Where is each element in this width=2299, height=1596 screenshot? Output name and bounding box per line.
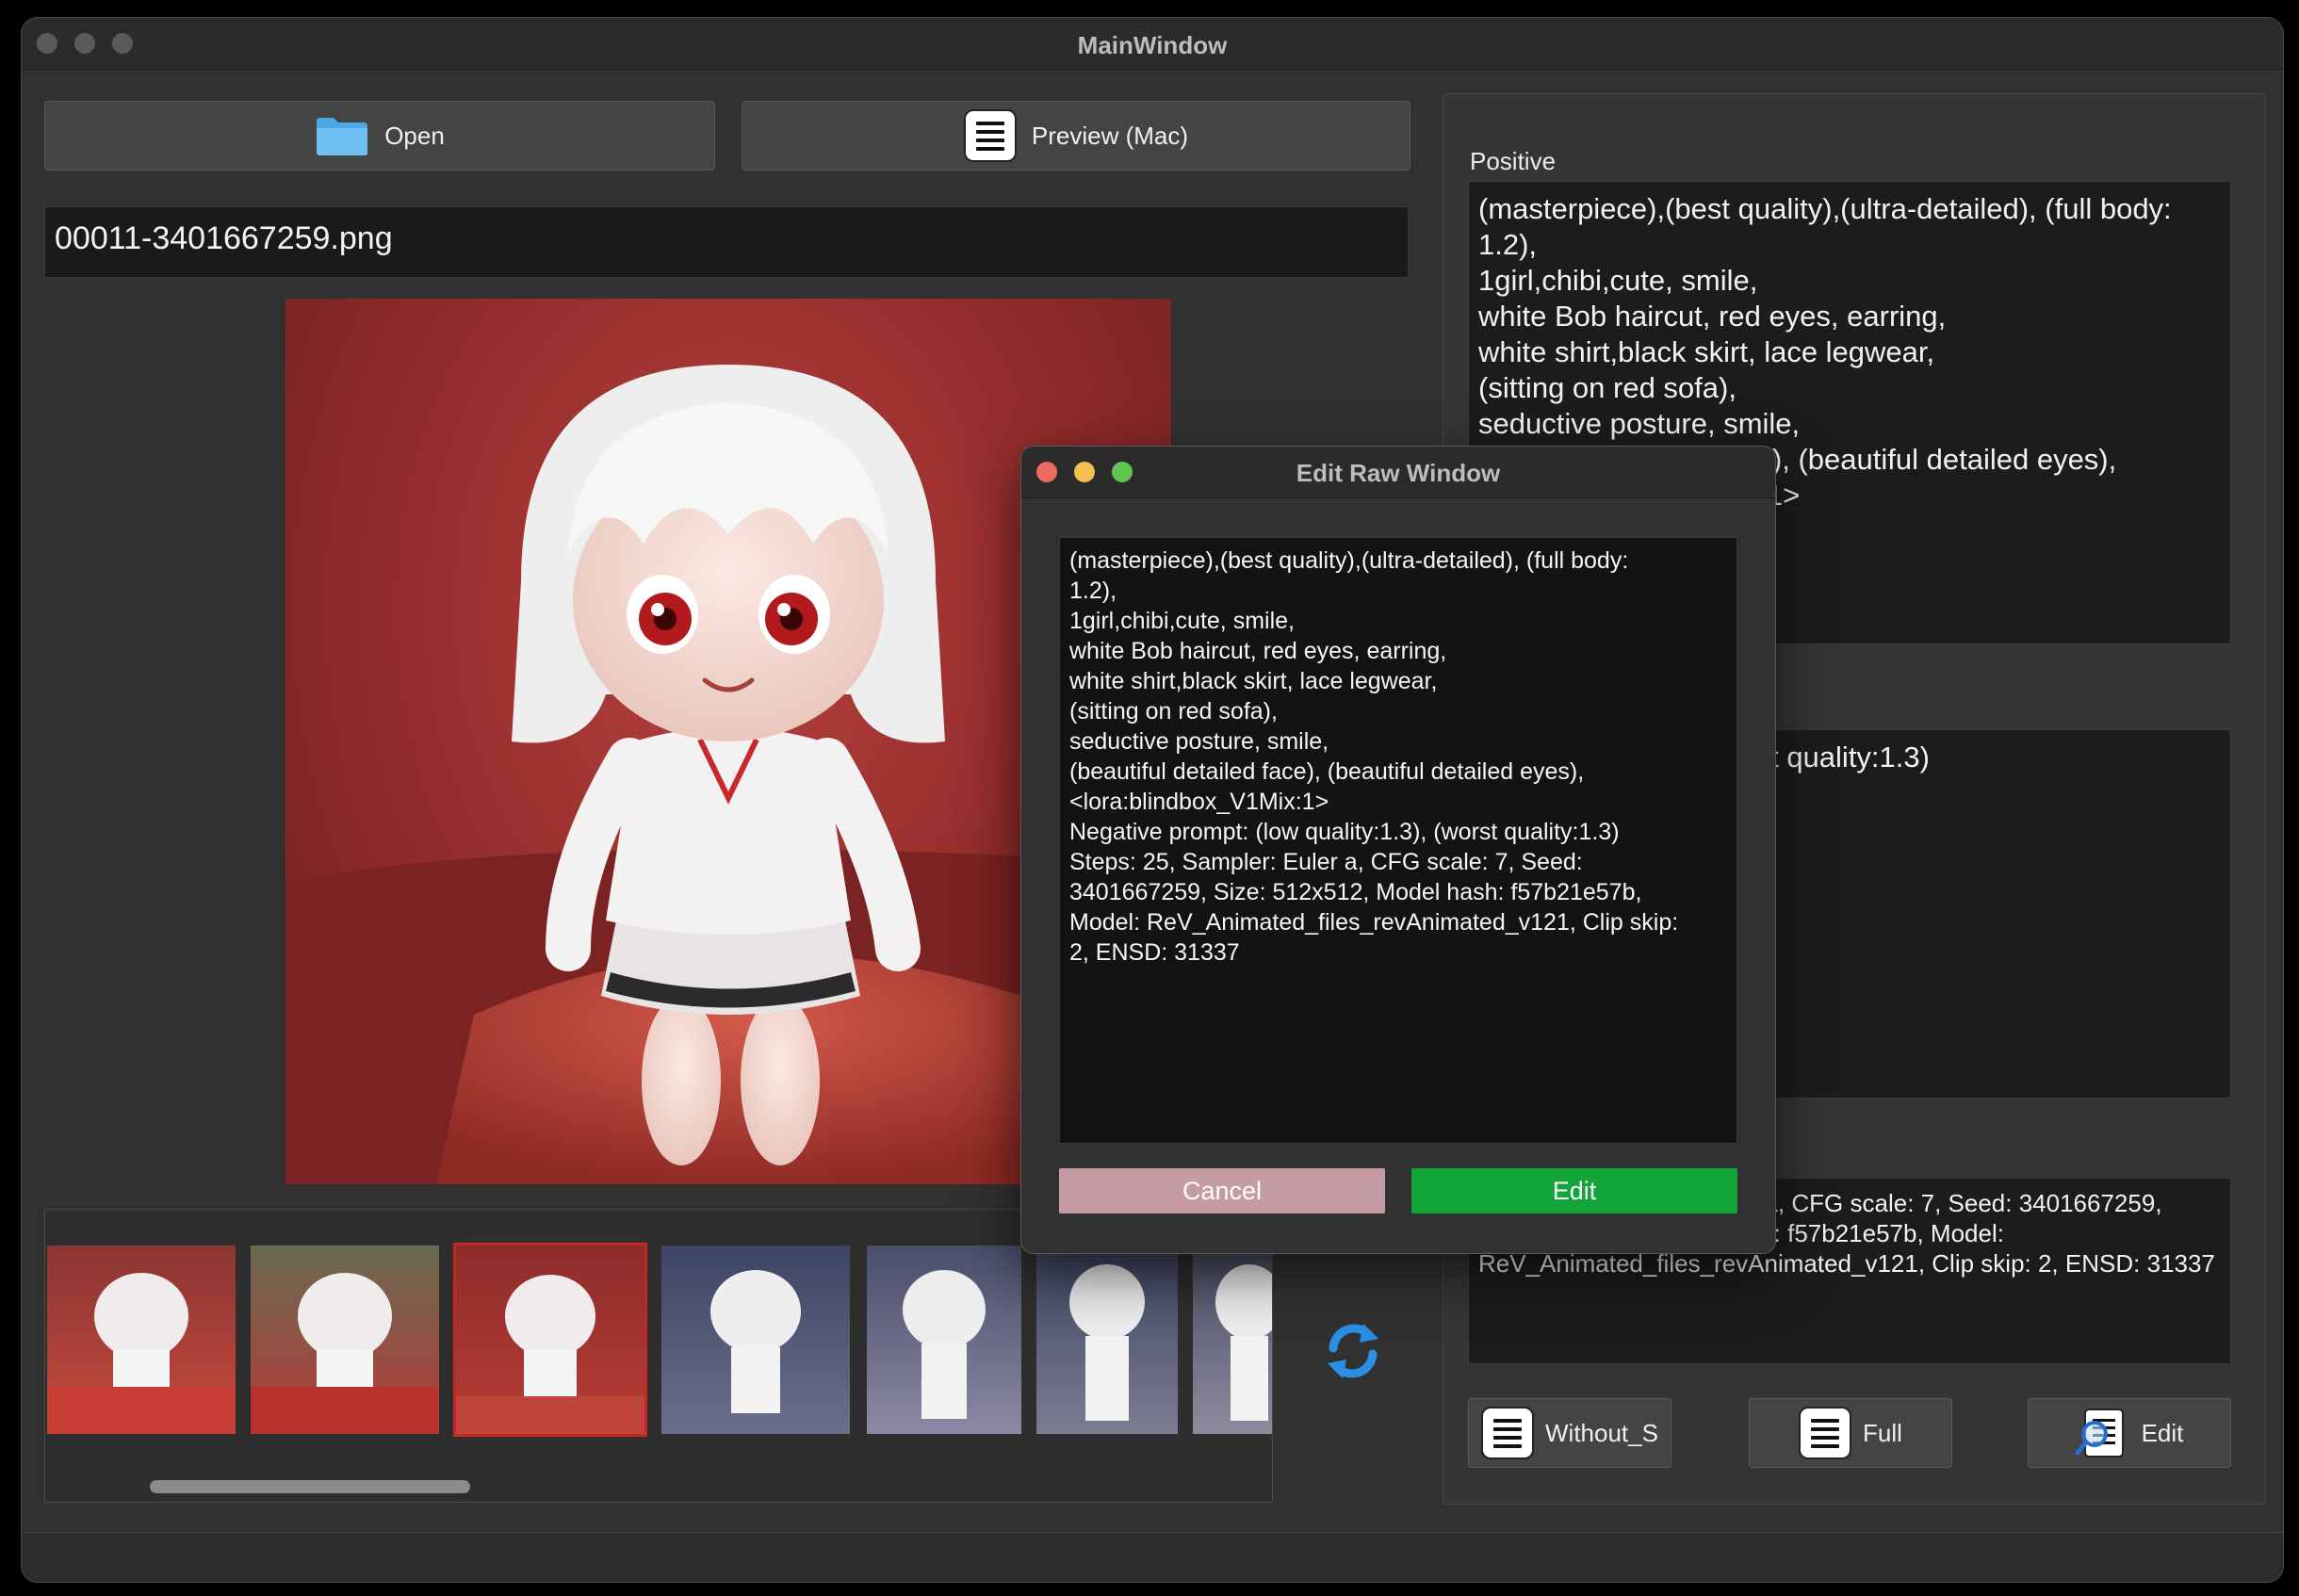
thumbnail[interactable] bbox=[251, 1246, 439, 1434]
dialog-title: Edit Raw Window bbox=[1296, 459, 1501, 487]
without-s-button[interactable]: Without_S bbox=[1468, 1398, 1671, 1468]
filename-field[interactable]: 00011-3401667259.png bbox=[44, 206, 1409, 278]
preview-label: Preview (Mac) bbox=[1031, 121, 1189, 150]
document-search-icon bbox=[2075, 1409, 2124, 1458]
window-title: MainWindow bbox=[1077, 31, 1228, 59]
thumbnail[interactable] bbox=[867, 1246, 1021, 1434]
preview-mac-button[interactable]: Preview (Mac) bbox=[742, 101, 1410, 171]
thumbnail[interactable] bbox=[1193, 1246, 1272, 1434]
thumbnail-scrollbar[interactable] bbox=[150, 1480, 470, 1493]
thumbnail[interactable] bbox=[47, 1246, 236, 1434]
main-titlebar: MainWindow bbox=[22, 18, 2283, 70]
open-button[interactable]: Open bbox=[44, 101, 715, 171]
document-icon bbox=[1481, 1407, 1535, 1459]
open-label: Open bbox=[384, 121, 445, 150]
status-bar bbox=[22, 1532, 2283, 1582]
cancel-button[interactable]: Cancel bbox=[1059, 1168, 1385, 1213]
refresh-icon[interactable] bbox=[1322, 1320, 1384, 1382]
edit-label: Edit bbox=[2141, 1418, 2184, 1447]
full-label: Full bbox=[1863, 1418, 1902, 1447]
edit-raw-button[interactable]: Edit bbox=[2028, 1398, 2231, 1468]
without-s-label: Without_S bbox=[1545, 1418, 1658, 1447]
document-icon bbox=[1799, 1407, 1852, 1459]
thumbnail[interactable] bbox=[1036, 1246, 1178, 1434]
full-button[interactable]: Full bbox=[1749, 1398, 1952, 1468]
document-icon bbox=[963, 109, 1017, 162]
thumbnail-selected[interactable] bbox=[453, 1243, 647, 1437]
dialog-titlebar: Edit Raw Window bbox=[1021, 447, 1775, 498]
edit-raw-dialog: Edit Raw Window (masterpiece),(best qual… bbox=[1020, 446, 1776, 1254]
positive-label: Positive bbox=[1470, 147, 1557, 175]
edit-button[interactable]: Edit bbox=[1411, 1168, 1737, 1213]
folder-icon bbox=[317, 118, 368, 155]
thumbnail[interactable] bbox=[661, 1246, 850, 1434]
raw-text-editor[interactable]: (masterpiece),(best quality),(ultra-deta… bbox=[1059, 537, 1737, 1144]
